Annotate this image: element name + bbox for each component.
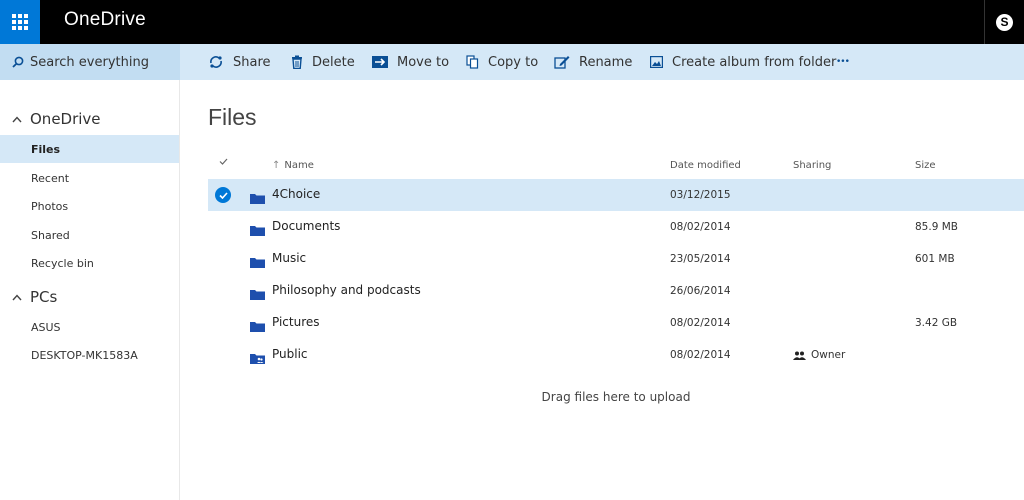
file-row[interactable]: 4Choice 03/12/2015 <box>208 179 1024 211</box>
left-navigation: OneDrive Files Recent Photos Shared Recy… <box>0 80 180 500</box>
file-date-modified: 08/02/2014 <box>670 349 731 361</box>
file-name[interactable]: Documents <box>272 219 340 233</box>
more-commands-button[interactable]: ••• <box>836 44 850 80</box>
nav-group-onedrive[interactable]: OneDrive <box>12 110 101 128</box>
nav-item-recycle-bin[interactable]: Recycle bin <box>0 249 179 277</box>
folder-icon <box>250 221 265 240</box>
nav-item-photos[interactable]: Photos <box>0 192 179 220</box>
nav-item-pc-asus[interactable]: ASUS <box>0 313 179 341</box>
file-name[interactable]: Philosophy and podcasts <box>272 283 421 297</box>
folder-icon <box>250 253 265 272</box>
page-title: Files <box>208 104 257 130</box>
move-to-button[interactable]: Move to <box>372 44 449 80</box>
nav-item-shared[interactable]: Shared <box>0 221 179 249</box>
waffle-icon <box>12 14 28 30</box>
search-icon <box>12 56 24 68</box>
file-row[interactable]: Pictures 08/02/2014 3.42 GB <box>208 307 1024 339</box>
file-sharing: Owner <box>793 349 845 361</box>
file-date-modified: 08/02/2014 <box>670 317 731 329</box>
delete-button[interactable]: Delete <box>291 44 355 80</box>
search-box[interactable]: Search everything <box>0 44 180 80</box>
create-album-button[interactable]: Create album from folder <box>650 44 836 80</box>
chevron-up-icon <box>12 293 22 301</box>
trash-icon <box>291 55 303 69</box>
folder-icon <box>250 189 265 208</box>
share-icon <box>208 55 224 69</box>
sharing-label: Owner <box>811 349 846 361</box>
share-button[interactable]: Share <box>208 44 271 80</box>
top-header-bar: OneDrive S <box>0 0 1024 44</box>
file-name[interactable]: Music <box>272 251 306 265</box>
people-icon <box>793 351 806 360</box>
search-placeholder: Search everything <box>30 54 149 70</box>
file-name[interactable]: Public <box>272 347 308 361</box>
create-album-label: Create album from folder <box>672 54 837 70</box>
copy-icon <box>466 55 479 69</box>
drop-hint: Drag files here to upload <box>541 390 691 404</box>
row-selected-checkmark-icon[interactable] <box>215 187 231 203</box>
nav-group-pcs-label: PCs <box>30 288 58 306</box>
photo-album-icon <box>650 56 663 68</box>
skype-icon: S <box>996 13 1013 31</box>
delete-label: Delete <box>312 54 355 70</box>
app-title[interactable]: OneDrive <box>64 9 146 31</box>
file-row[interactable]: Public 08/02/2014 Owner <box>208 339 1024 371</box>
command-bar: Search everything Share Delete Move to C… <box>0 44 1024 80</box>
column-header-sharing[interactable]: Sharing <box>793 160 831 171</box>
copy-to-button[interactable]: Copy to <box>466 44 538 80</box>
rename-button[interactable]: Rename <box>554 44 632 80</box>
select-all-checkbox[interactable] <box>219 157 228 168</box>
nav-group-onedrive-label: OneDrive <box>30 110 101 128</box>
file-date-modified: 08/02/2014 <box>670 221 731 233</box>
file-date-modified: 26/06/2014 <box>670 285 731 297</box>
shared-folder-icon <box>250 349 265 368</box>
column-header-date[interactable]: Date modified <box>670 160 741 171</box>
column-name-label: Name <box>284 160 314 171</box>
nav-item-files[interactable]: Files <box>0 135 179 163</box>
file-name[interactable]: Pictures <box>272 315 320 329</box>
move-to-label: Move to <box>397 54 450 70</box>
share-label: Share <box>233 54 271 70</box>
file-name[interactable]: 4Choice <box>272 187 320 201</box>
nav-item-pc-desktop[interactable]: DESKTOP-MK1583A <box>0 341 179 369</box>
copy-to-label: Copy to <box>488 54 539 70</box>
file-date-modified: 23/05/2014 <box>670 253 731 265</box>
column-header-name[interactable]: ↑ Name <box>272 160 314 171</box>
file-date-modified: 03/12/2015 <box>670 189 731 201</box>
more-icon: ••• <box>836 57 850 67</box>
rename-icon <box>554 55 570 69</box>
move-icon <box>372 56 388 68</box>
file-size: 85.9 MB <box>915 221 958 233</box>
sort-arrow-icon: ↑ <box>272 160 281 171</box>
chevron-up-icon <box>12 115 22 123</box>
file-size: 601 MB <box>915 253 955 265</box>
rename-label: Rename <box>579 54 633 70</box>
file-size: 3.42 GB <box>915 317 958 329</box>
folder-icon <box>250 285 265 304</box>
skype-button[interactable]: S <box>984 0 1024 44</box>
nav-item-recent[interactable]: Recent <box>0 164 179 192</box>
nav-group-pcs[interactable]: PCs <box>12 288 57 306</box>
app-launcher-button[interactable] <box>0 0 40 44</box>
file-row[interactable]: Documents 08/02/2014 85.9 MB <box>208 211 1024 243</box>
column-header-size[interactable]: Size <box>915 160 936 171</box>
checkmark-icon <box>219 158 228 165</box>
file-row[interactable]: Music 23/05/2014 601 MB <box>208 243 1024 275</box>
folder-icon <box>250 317 265 336</box>
file-row[interactable]: Philosophy and podcasts 26/06/2014 <box>208 275 1024 307</box>
